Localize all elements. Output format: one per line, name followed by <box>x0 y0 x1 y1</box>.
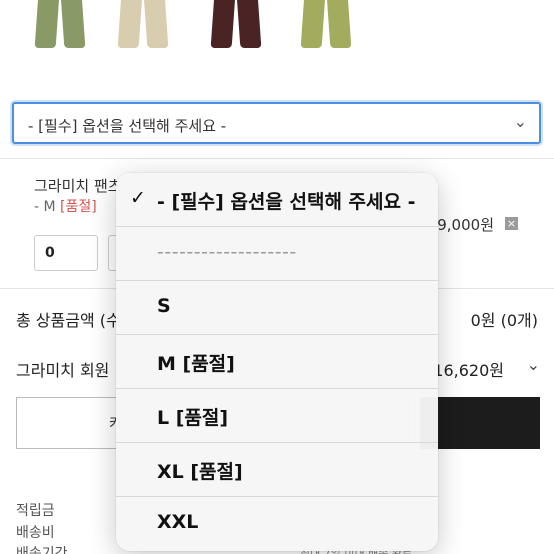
quantity-value: 0 <box>45 245 55 261</box>
selected-product-option: - M [품절] <box>34 196 97 216</box>
product-color-thumbnails <box>0 0 554 60</box>
quantity-input[interactable]: 0 <box>34 235 98 271</box>
option-label: M [품절] <box>157 353 235 375</box>
color-thumbnail-brown[interactable] <box>210 0 262 48</box>
option-item-separator[interactable]: ------------------- <box>116 227 438 281</box>
option-item-l[interactable]: L [품절] <box>116 389 438 443</box>
option-label: S <box>157 295 171 317</box>
option-select-value: - [필수] 옵션을 선택해 주세요 - <box>28 117 227 135</box>
option-label: - [필수] 옵션을 선택해 주세요 - <box>157 191 416 213</box>
color-thumbnail-khaki[interactable] <box>34 0 86 48</box>
buy-now-button[interactable] <box>420 397 540 449</box>
total-price-label: 총 상품금액 (수 <box>16 311 121 330</box>
option-label: XXL <box>157 511 199 533</box>
option-item-xl[interactable]: XL [품절] <box>116 443 438 497</box>
color-thumbnail-beige[interactable] <box>117 0 169 48</box>
soldout-badge: [품절] <box>60 199 97 215</box>
delivery-period-label: 배송기간 <box>16 546 68 554</box>
points-label: 적립금 <box>16 503 55 519</box>
option-item-s[interactable]: S <box>116 281 438 335</box>
divider <box>0 158 554 159</box>
option-item-m[interactable]: M [품절] <box>116 335 438 389</box>
option-dropdown-menu: ✓ - [필수] 옵션을 선택해 주세요 - -----------------… <box>116 173 438 551</box>
option-item-xxl[interactable]: XXL <box>116 497 438 551</box>
option-select[interactable]: - [필수] 옵션을 선택해 주세요 - ⌄ <box>12 102 541 144</box>
option-label: L [품절] <box>157 407 229 429</box>
checkmark-icon: ✓ <box>130 187 146 209</box>
selected-product-name: 그라미치 팬츠 <box>34 177 122 195</box>
member-price-value: 16,620원 <box>433 361 504 380</box>
shipping-label: 배송비 <box>16 525 55 541</box>
selected-option-size: - M <box>34 199 56 215</box>
option-item-required[interactable]: ✓ - [필수] 옵션을 선택해 주세요 - <box>116 173 438 227</box>
chevron-down-icon[interactable]: ⌄ <box>527 355 540 374</box>
chevron-down-icon: ⌄ <box>513 112 527 131</box>
total-price-value: 0원 (0개) <box>470 311 538 330</box>
selected-product-price: 9,000원 <box>437 216 494 234</box>
option-label: ------------------- <box>157 241 297 263</box>
option-label: XL [품절] <box>157 461 243 483</box>
member-price-label: 그라미치 회원 <box>16 361 110 380</box>
color-thumbnail-olive[interactable] <box>300 0 352 48</box>
remove-item-icon[interactable]: × <box>505 217 518 230</box>
